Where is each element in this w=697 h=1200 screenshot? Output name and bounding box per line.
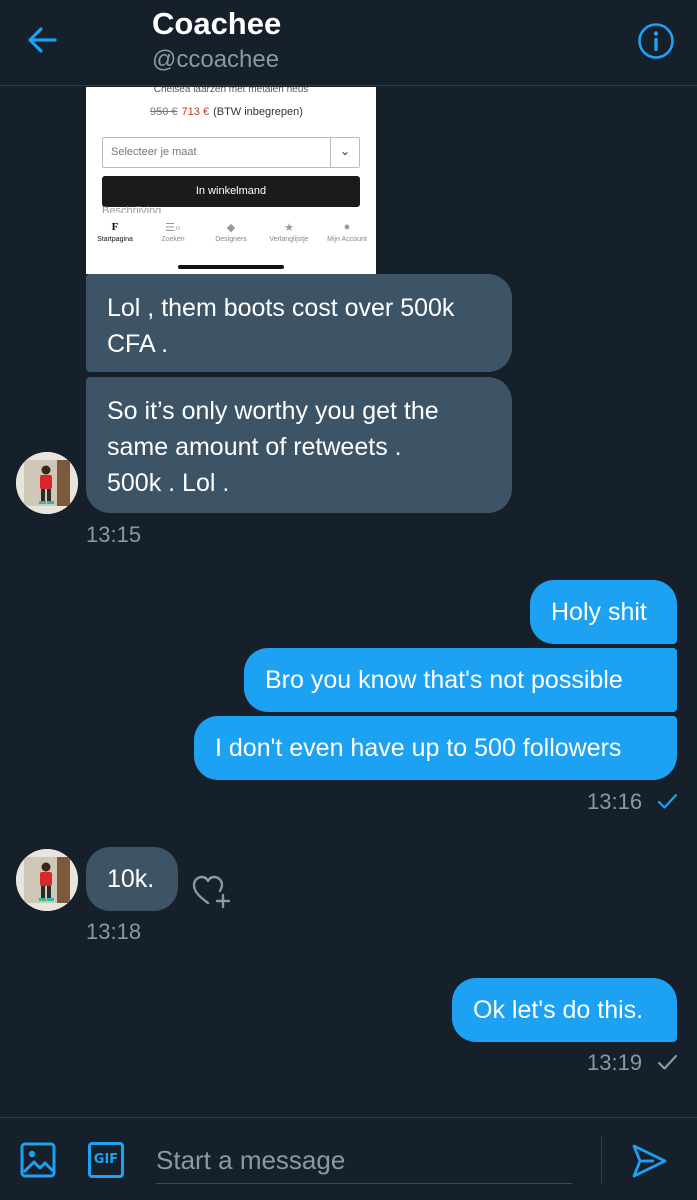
shop-tab-label: Verlanglijstje	[269, 236, 309, 243]
message-line: 500k . Lol .	[107, 469, 230, 497]
shop-tab-search: ☰⌕ Zoeken	[144, 221, 202, 251]
description-label: Beschrijving	[102, 205, 162, 213]
home-icon: F	[111, 221, 119, 233]
incoming-message[interactable]: So it’s only worthy you get the same amo…	[86, 377, 512, 513]
sender-avatar[interactable]	[16, 452, 78, 514]
sale-price: 713 €	[181, 106, 210, 118]
shop-tab-label: Startpagina	[97, 236, 133, 243]
outgoing-message[interactable]: Ok let's do this.	[452, 978, 677, 1042]
heart-plus-icon	[192, 875, 231, 909]
dm-conversation-screen: Coachee @ccoachee Chelsea laarzen met me…	[0, 0, 697, 1200]
add-gif-button[interactable]: GIF	[88, 1142, 124, 1178]
size-select-placeholder: Selecteer je maat	[111, 146, 197, 158]
shop-tab-label: Designers	[215, 236, 247, 243]
tag-icon: ◆	[226, 222, 236, 234]
message-line: Lol , them boots cost over 500k	[107, 294, 455, 322]
message-line: same amount of retweets .	[107, 433, 402, 461]
old-price: 950 €	[150, 106, 178, 118]
avatar-photo	[16, 452, 78, 514]
check-icon	[657, 1054, 678, 1070]
home-indicator	[178, 265, 284, 269]
conversation-title[interactable]: Coachee	[152, 6, 281, 42]
shared-image-message[interactable]: Chelsea laarzen met metalen neus 950 €71…	[86, 87, 376, 274]
shop-tab-home: F Startpagina	[86, 221, 144, 251]
back-arrow-icon	[28, 27, 57, 53]
select-divider	[330, 138, 331, 167]
add-photo-button[interactable]	[20, 1142, 56, 1178]
check-icon	[657, 793, 678, 809]
message-line: So it’s only worthy you get the	[107, 397, 439, 425]
message-input[interactable]	[156, 1138, 572, 1184]
incoming-message[interactable]: Lol , them boots cost over 500k CFA .	[86, 274, 512, 372]
react-button[interactable]	[190, 870, 234, 910]
message-line: CFA .	[107, 330, 169, 358]
shop-tab-wishlist: ★ Verlanglijstje	[260, 221, 318, 251]
message-timestamp: 13:15	[86, 522, 142, 547]
message-timestamp: 13:18	[86, 919, 142, 944]
composer-divider	[601, 1136, 602, 1184]
shop-tab-label: Mijn Account	[327, 236, 367, 243]
add-to-cart-button: In winkelmand	[102, 176, 360, 207]
sender-avatar[interactable]	[16, 849, 78, 911]
user-icon: ●	[343, 221, 351, 233]
message-timestamp: 13:16	[587, 789, 643, 814]
incoming-message[interactable]: 10k.	[86, 847, 178, 911]
product-price: 950 €713 € (BTW inbegrepen)	[150, 106, 303, 118]
product-title: Chelsea laarzen met metalen neus	[153, 87, 309, 95]
price-note: (BTW inbegrepen)	[213, 106, 303, 118]
back-button[interactable]	[22, 20, 62, 60]
info-icon	[638, 23, 674, 59]
message-composer: GIF	[0, 1117, 697, 1200]
shop-tab-account: ● Mijn Account	[318, 221, 376, 251]
message-timestamp: 13:19	[587, 1050, 643, 1075]
shop-tab-designers: ◆ Designers	[202, 221, 260, 251]
conversation-info-button[interactable]	[636, 21, 676, 61]
shop-tab-label: Zoeken	[161, 236, 185, 243]
send-icon	[632, 1144, 667, 1178]
search-icon: ☰⌕	[164, 222, 182, 234]
conversation-header: Coachee @ccoachee	[0, 0, 697, 86]
send-button[interactable]	[630, 1142, 668, 1180]
shop-tab-bar: F Startpagina ☰⌕ Zoeken ◆ Designers ★ Verlan…	[86, 221, 376, 251]
avatar-photo	[16, 849, 78, 911]
outgoing-message[interactable]: Holy shit	[530, 580, 677, 644]
outgoing-message[interactable]: I don't even have up to 500 followers	[194, 716, 677, 780]
size-select: Selecteer je maat ⌄	[102, 137, 360, 168]
image-icon	[20, 1142, 56, 1178]
conversation-handle[interactable]: @ccoachee	[152, 46, 279, 74]
outgoing-message[interactable]: Bro you know that's not possible	[244, 648, 677, 712]
chevron-down-icon: ⌄	[339, 144, 350, 158]
star-icon: ★	[284, 222, 294, 234]
